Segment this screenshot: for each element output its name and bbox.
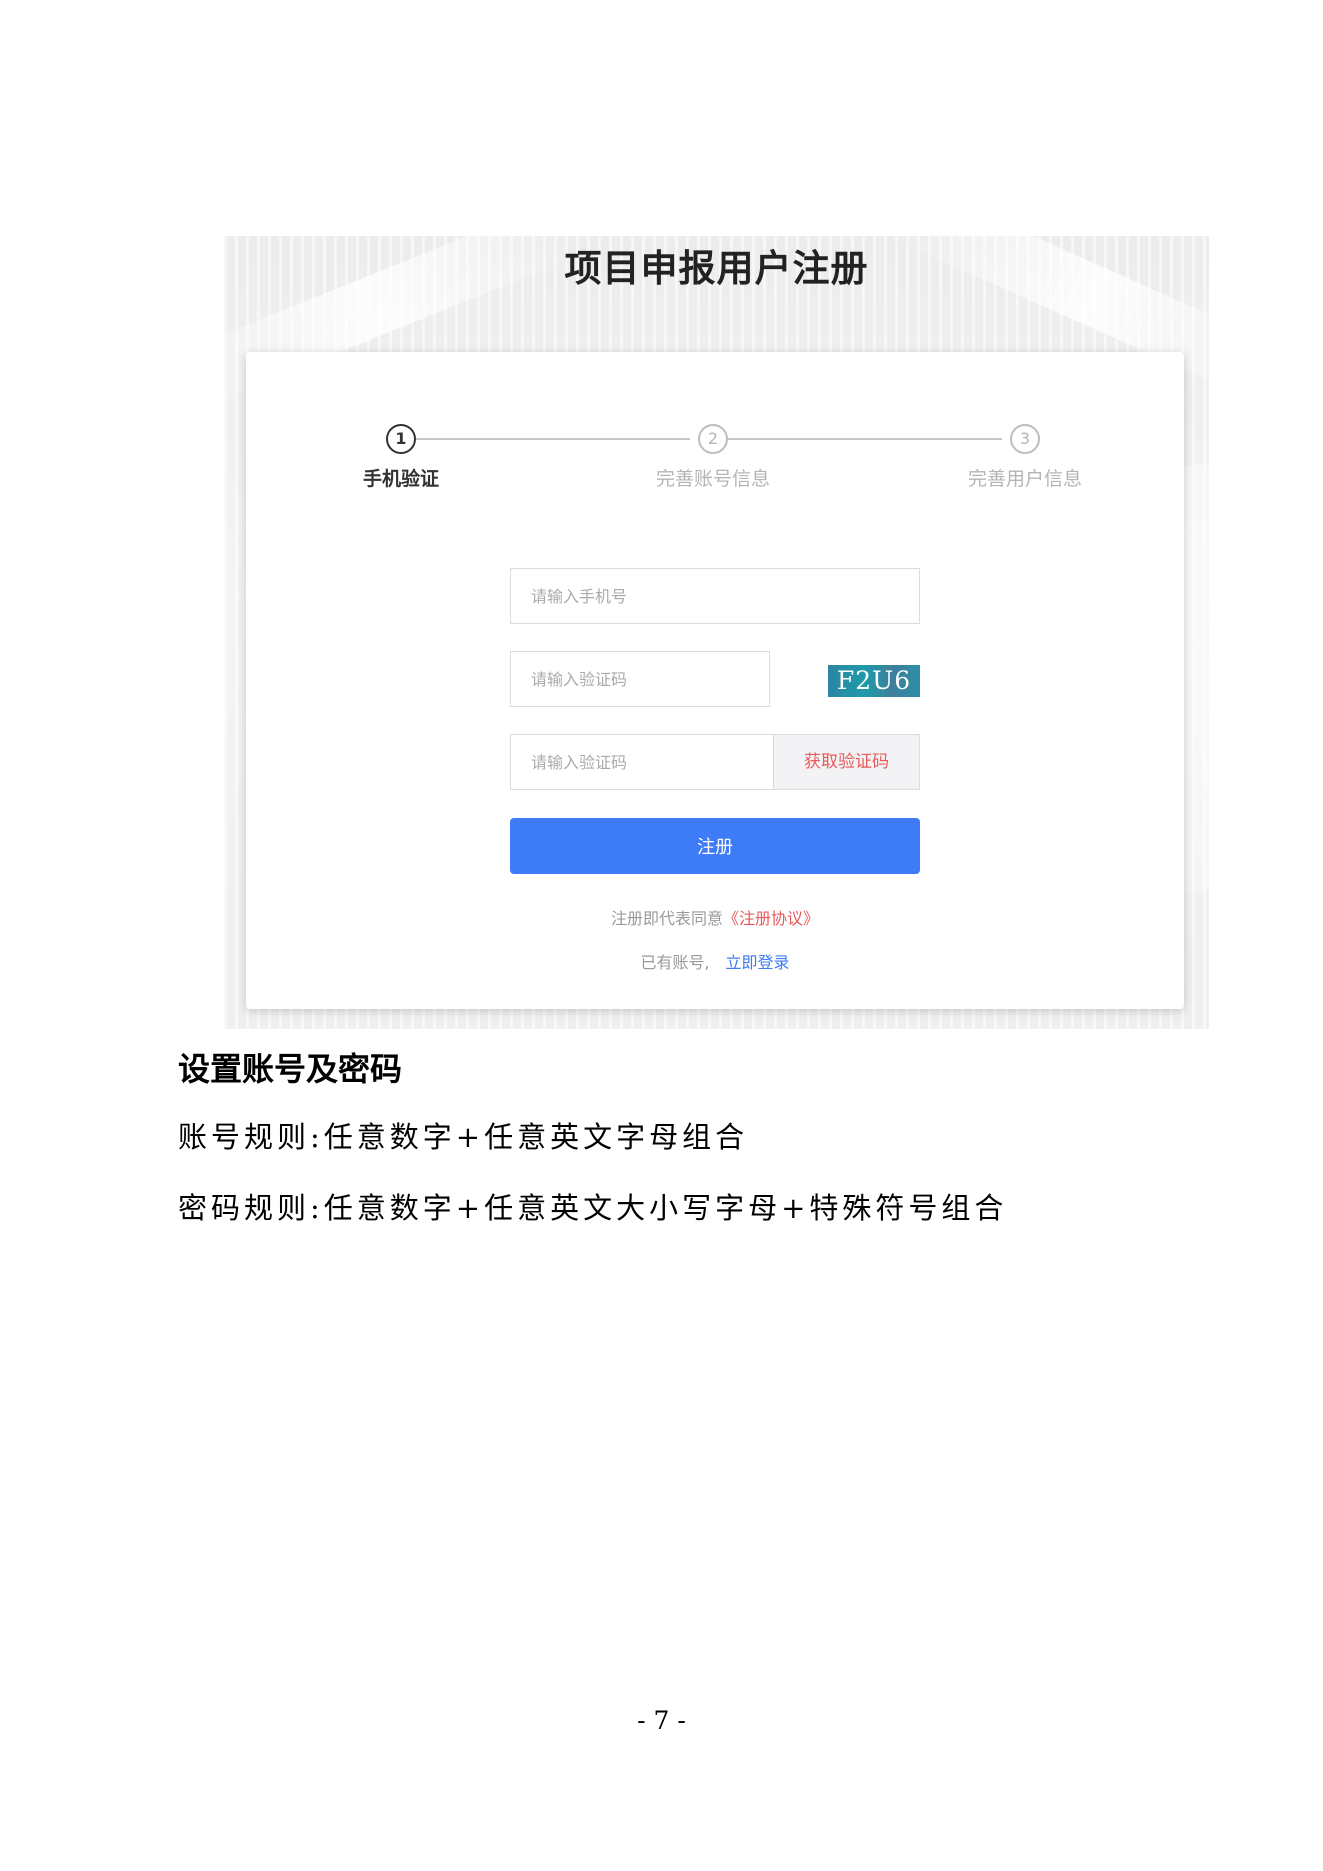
- registration-screenshot: 项目申报用户注册 1 2 3 手机验证 完善账号信息 完善用户信息 F2U6 获…: [224, 236, 1209, 1029]
- register-button[interactable]: 注册: [510, 818, 920, 874]
- registration-card: 1 2 3 手机验证 完善账号信息 完善用户信息 F2U6 获取验证码 注册 注…: [246, 352, 1184, 1009]
- step-2-label: 完善账号信息: [655, 468, 770, 490]
- step-3-label: 完善用户信息: [967, 468, 1082, 490]
- account-rule-paragraph: 账号规则:任意数字+任意英文字母组合: [178, 1120, 749, 1154]
- step-3-circle: 3: [1010, 424, 1040, 454]
- captcha-image[interactable]: F2U6: [828, 665, 920, 697]
- agreement-line: 注册即代表同意《注册协议》: [246, 905, 1184, 929]
- step-connector: [728, 438, 1002, 440]
- login-line: 已有账号, 立即登录: [246, 949, 1184, 973]
- agreement-text: 注册即代表同意: [610, 909, 723, 928]
- agreement-link[interactable]: 《注册协议》: [723, 909, 819, 928]
- step-connector: [416, 438, 690, 440]
- get-sms-code-button[interactable]: 获取验证码: [774, 734, 920, 790]
- sms-code-input[interactable]: [510, 734, 774, 790]
- phone-input[interactable]: [510, 568, 920, 624]
- section-heading: 设置账号及密码: [178, 1050, 403, 1088]
- step-1-label: 手机验证: [362, 468, 439, 490]
- page-number: - 7 -: [637, 1706, 686, 1735]
- password-rule-paragraph: 密码规则:任意数字+任意英文大小写字母+特殊符号组合: [178, 1191, 1008, 1225]
- step-1-circle: 1: [386, 424, 416, 454]
- login-prompt: 已有账号,: [640, 953, 710, 972]
- login-link[interactable]: 立即登录: [726, 953, 790, 972]
- step-2-circle: 2: [698, 424, 728, 454]
- captcha-input[interactable]: [510, 651, 770, 707]
- registration-title: 项目申报用户注册: [564, 247, 869, 290]
